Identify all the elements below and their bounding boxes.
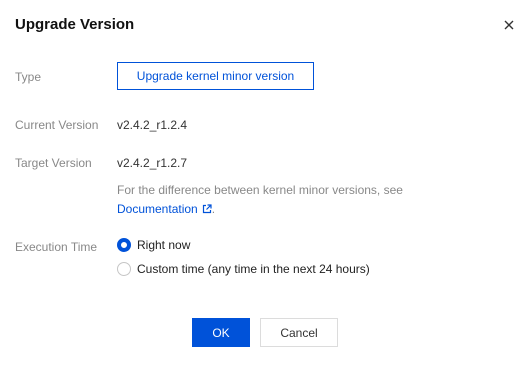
target-version-label: Target Version — [15, 156, 92, 170]
documentation-link-label: Documentation — [117, 202, 198, 216]
cancel-button[interactable]: Cancel — [260, 318, 338, 347]
target-version-value: v2.4.2_r1.2.7 — [117, 156, 188, 170]
radio-custom-time-label: Custom time (any time in the next 24 hou… — [137, 262, 370, 276]
current-version-value: v2.4.2_r1.2.4 — [117, 118, 188, 132]
upgrade-version-dialog: Upgrade Version Type Upgrade kernel mino… — [0, 0, 530, 366]
close-icon[interactable] — [500, 16, 518, 34]
current-version-label: Current Version — [15, 118, 99, 132]
type-label: Type — [15, 70, 42, 84]
radio-right-now-label: Right now — [137, 238, 191, 252]
ok-button[interactable]: OK — [192, 318, 250, 347]
upgrade-type-button[interactable]: Upgrade kernel minor version — [117, 62, 314, 90]
external-link-icon — [202, 201, 212, 220]
radio-unchecked-icon[interactable] — [117, 262, 131, 276]
radio-right-now[interactable]: Right now — [117, 238, 190, 252]
radio-custom-time[interactable]: Custom time (any time in the next 24 hou… — [117, 262, 370, 276]
execution-time-label: Execution Time — [15, 240, 98, 254]
version-help-text: For the difference between kernel minor … — [117, 181, 403, 220]
help-text: For the difference between kernel minor … — [117, 183, 403, 197]
help-trailing: . — [211, 202, 216, 216]
dialog-title: Upgrade Version — [15, 16, 135, 33]
documentation-link[interactable]: Documentation — [117, 202, 212, 216]
radio-checked-icon[interactable] — [117, 238, 131, 252]
